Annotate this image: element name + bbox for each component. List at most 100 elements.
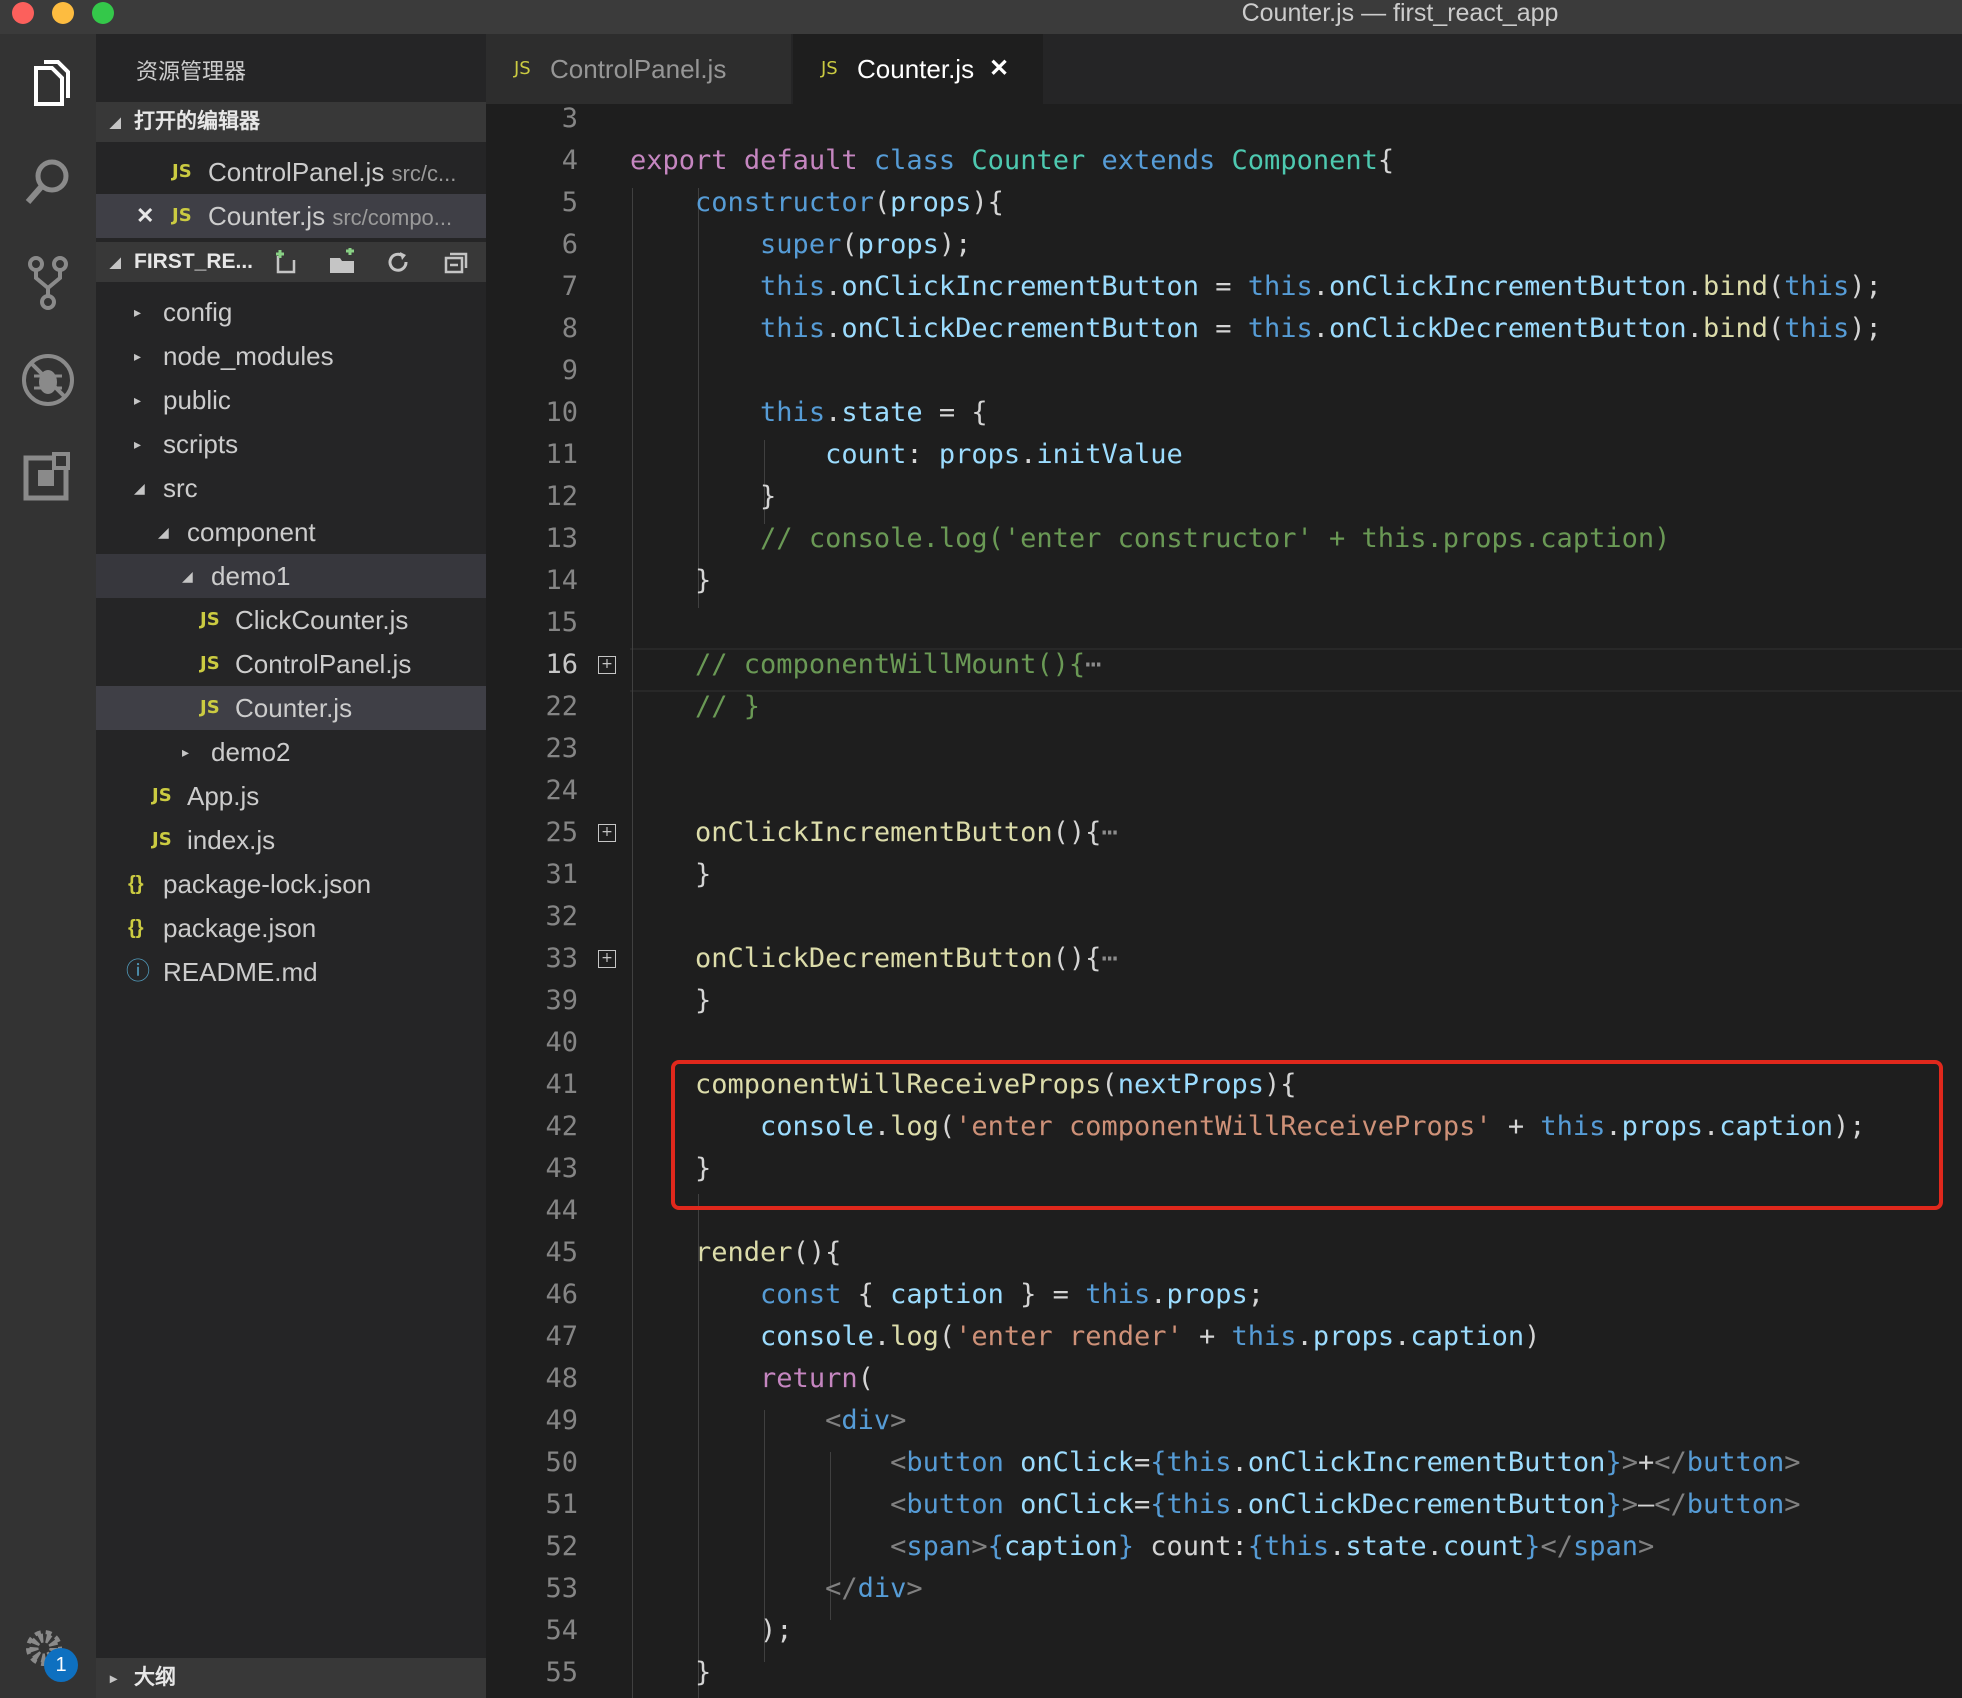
tab-counter[interactable]: JS Counter.js ✕ bbox=[793, 34, 1043, 104]
code-line[interactable]: } bbox=[630, 476, 776, 518]
explorer-sidebar: 资源管理器 ◢ 打开的编辑器 JS ControlPanel.js src/c.… bbox=[96, 34, 486, 1698]
code-line[interactable]: constructor(props){ bbox=[630, 182, 1004, 224]
tree-item-package-lock[interactable]: {} package-lock.json bbox=[96, 862, 486, 906]
json-file-icon: {} bbox=[128, 873, 144, 895]
code-token: (){ bbox=[1052, 817, 1102, 848]
code-line[interactable]: const { caption } = this.props; bbox=[630, 1274, 1264, 1316]
tree-item-app[interactable]: JS App.js bbox=[96, 774, 486, 818]
open-editor-label: Counter.js src/compo... bbox=[208, 194, 452, 240]
explorer-title: 资源管理器 bbox=[136, 59, 247, 84]
tree-item-counter[interactable]: JS Counter.js bbox=[96, 686, 486, 730]
open-editor-item-counter[interactable]: ✕ JS Counter.js src/compo... bbox=[96, 194, 486, 238]
code-line[interactable]: // console.log('enter constructor' + thi… bbox=[630, 518, 1670, 560]
extensions-icon[interactable] bbox=[18, 450, 78, 510]
code-line[interactable]: onClickIncrementButton(){⋯ bbox=[630, 812, 1118, 854]
code-token: export bbox=[630, 145, 728, 176]
tree-item-node-modules[interactable]: ▸ node_modules bbox=[96, 334, 486, 378]
open-editor-label: ControlPanel.js src/c... bbox=[208, 150, 456, 196]
code-line[interactable]: console.log('enter render' + this.props.… bbox=[630, 1316, 1540, 1358]
code-token: (){ bbox=[792, 1237, 842, 1268]
code-line[interactable]: onClickDecrementButton(){⋯ bbox=[630, 938, 1118, 980]
close-icon[interactable]: ✕ bbox=[136, 194, 154, 238]
tree-item-public[interactable]: ▸ public bbox=[96, 378, 486, 422]
code-line[interactable]: // } bbox=[630, 686, 760, 728]
tree-item-controlpanel[interactable]: JS ControlPanel.js bbox=[96, 642, 486, 686]
tree-item-config[interactable]: ▸ config bbox=[96, 290, 486, 334]
open-editor-item-controlpanel[interactable]: JS ControlPanel.js src/c... bbox=[96, 150, 486, 194]
code-line[interactable]: } bbox=[630, 854, 711, 896]
outline-section-header[interactable]: ▸ 大纲 bbox=[96, 1658, 486, 1698]
tree-item-label: ControlPanel.js bbox=[235, 649, 412, 679]
code-token: > bbox=[906, 1573, 923, 1604]
code-line[interactable]: return( bbox=[630, 1358, 874, 1400]
code-line[interactable]: <div> bbox=[630, 1400, 906, 1442]
code-line[interactable]: } bbox=[630, 1652, 711, 1694]
code-line[interactable]: } bbox=[630, 560, 711, 602]
tree-item-label: App.js bbox=[187, 781, 260, 811]
open-editor-filename: ControlPanel.js bbox=[208, 157, 385, 187]
code-line[interactable]: <button onClick={this.onClickIncrementBu… bbox=[630, 1442, 1801, 1484]
code-line[interactable]: ); bbox=[630, 1610, 793, 1652]
code-token: > bbox=[1784, 1447, 1801, 1478]
json-file-icon: {} bbox=[128, 917, 144, 939]
code-token: ( bbox=[1767, 313, 1785, 344]
tree-item-label: Counter.js bbox=[235, 693, 353, 723]
search-icon[interactable] bbox=[18, 152, 78, 212]
tab-controlpanel[interactable]: JS ControlPanel.js bbox=[486, 34, 791, 104]
code-token: ( bbox=[857, 1363, 874, 1394]
tree-item-scripts[interactable]: ▸ scripts bbox=[96, 422, 486, 466]
code-line[interactable]: this.state = { bbox=[630, 392, 988, 434]
source-control-icon[interactable] bbox=[18, 252, 78, 312]
zoom-window-button[interactable] bbox=[92, 2, 114, 24]
tree-item-readme[interactable]: ⓘ README.md bbox=[96, 950, 486, 994]
code-line[interactable]: // componentWillMount(){⋯ bbox=[630, 644, 1101, 686]
minimize-window-button[interactable] bbox=[52, 2, 74, 24]
fold-expand-icon[interactable]: + bbox=[598, 656, 616, 674]
title-bar: Counter.js — first_react_app bbox=[0, 0, 1962, 34]
refresh-icon[interactable] bbox=[384, 248, 412, 276]
js-file-icon: JS bbox=[172, 161, 192, 182]
tree-item-component[interactable]: ◢ component bbox=[96, 510, 486, 554]
code-line[interactable]: this.onClickDecrementButton = this.onCli… bbox=[630, 308, 1882, 350]
code-token: props bbox=[1166, 1279, 1248, 1310]
code-editor[interactable]: 3 4 export default class Counter extends C… bbox=[486, 104, 1962, 1698]
open-editors-section-header[interactable]: ◢ 打开的编辑器 bbox=[96, 102, 486, 142]
fold-expand-icon[interactable]: + bbox=[598, 824, 616, 842]
code-line[interactable]: <button onClick={this.onClickDecrementBu… bbox=[630, 1484, 1800, 1526]
new-file-icon[interactable] bbox=[272, 248, 300, 276]
code-token: ); bbox=[630, 1615, 793, 1646]
debug-icon[interactable] bbox=[18, 350, 78, 410]
code-line[interactable]: render(){ bbox=[630, 1232, 841, 1274]
tree-item-index[interactable]: JS index.js bbox=[96, 818, 486, 862]
fold-expand-icon[interactable]: + bbox=[598, 950, 616, 968]
code-line[interactable]: <span>{caption} count:{this.state.count}… bbox=[630, 1526, 1654, 1568]
tree-item-package[interactable]: {} package.json bbox=[96, 906, 486, 950]
code-line[interactable]: count: props.initValue bbox=[630, 434, 1183, 476]
tree-item-label: package.json bbox=[163, 913, 317, 943]
tree-item-src[interactable]: ◢ src bbox=[96, 466, 486, 510]
collapse-all-icon[interactable] bbox=[442, 248, 470, 276]
close-window-button[interactable] bbox=[12, 2, 34, 24]
close-tab-icon[interactable]: ✕ bbox=[989, 34, 1009, 104]
files-icon[interactable] bbox=[18, 54, 78, 114]
project-section-header[interactable]: ◢ FIRST_RE... bbox=[96, 242, 486, 282]
tree-item-demo2[interactable]: ▸ demo2 bbox=[96, 730, 486, 774]
code-line[interactable]: export default class Counter extends Com… bbox=[630, 140, 1394, 182]
code-line[interactable]: </div> bbox=[630, 1568, 923, 1610]
tree-item-clickcounter[interactable]: JS ClickCounter.js bbox=[96, 598, 486, 642]
code-line[interactable]: this.onClickIncrementButton = this.onCli… bbox=[630, 266, 1882, 308]
outline-label: 大纲 bbox=[134, 1666, 176, 1689]
code-line[interactable]: } bbox=[630, 980, 711, 1022]
tree-item-label: public bbox=[163, 385, 231, 415]
new-folder-icon[interactable] bbox=[328, 248, 356, 276]
open-editor-path: src/compo... bbox=[332, 205, 453, 230]
code-line[interactable]: super(props); bbox=[630, 224, 971, 266]
tree-item-demo1[interactable]: ◢ demo1 bbox=[96, 554, 486, 598]
